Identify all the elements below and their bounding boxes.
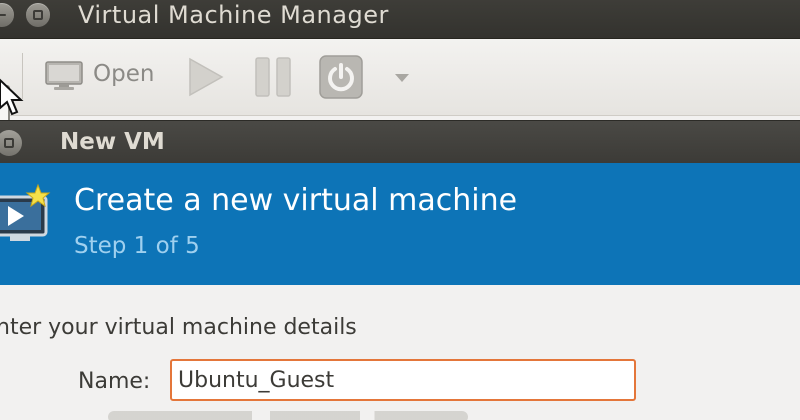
install-options-text: [108, 411, 468, 420]
vm-name-input[interactable]: [170, 359, 636, 401]
chevron-down-icon[interactable]: [390, 39, 414, 115]
mouse-pointer-icon: [0, 78, 24, 116]
window-title: Virtual Machine Manager: [78, 1, 389, 29]
dialog-title: New VM: [60, 129, 165, 155]
power-icon[interactable]: [318, 39, 366, 115]
wizard-title: Create a new virtual machine: [74, 183, 518, 218]
toolbar: Open: [0, 39, 800, 143]
open-button[interactable]: Open: [38, 39, 168, 115]
minimize-icon: [0, 14, 6, 16]
dialog-maximize-button[interactable]: [0, 130, 22, 156]
play-icon[interactable]: [184, 39, 228, 115]
pause-icon[interactable]: [252, 39, 296, 115]
monitor-icon: [45, 61, 83, 90]
wizard-step: Step 1 of 5: [74, 233, 200, 259]
maximize-icon: [33, 10, 43, 20]
screen: Virtual Machine Manager Open New VM Crea…: [0, 0, 800, 420]
maximize-icon: [4, 138, 14, 148]
name-label: Name:: [78, 369, 151, 394]
vmm-titlebar: Virtual Machine Manager: [0, 0, 800, 39]
maximize-button[interactable]: [26, 3, 50, 27]
wizard-header: Create a new virtual machine Step 1 of 5: [0, 163, 800, 285]
section-heading: nter your virtual machine details: [0, 315, 357, 340]
open-label: Open: [93, 61, 155, 87]
new-vm-icon: [0, 183, 51, 241]
minimize-button[interactable]: [0, 3, 14, 27]
wizard-content: nter your virtual machine details Name:: [0, 285, 800, 420]
dialog-titlebar: New VM: [0, 120, 800, 163]
